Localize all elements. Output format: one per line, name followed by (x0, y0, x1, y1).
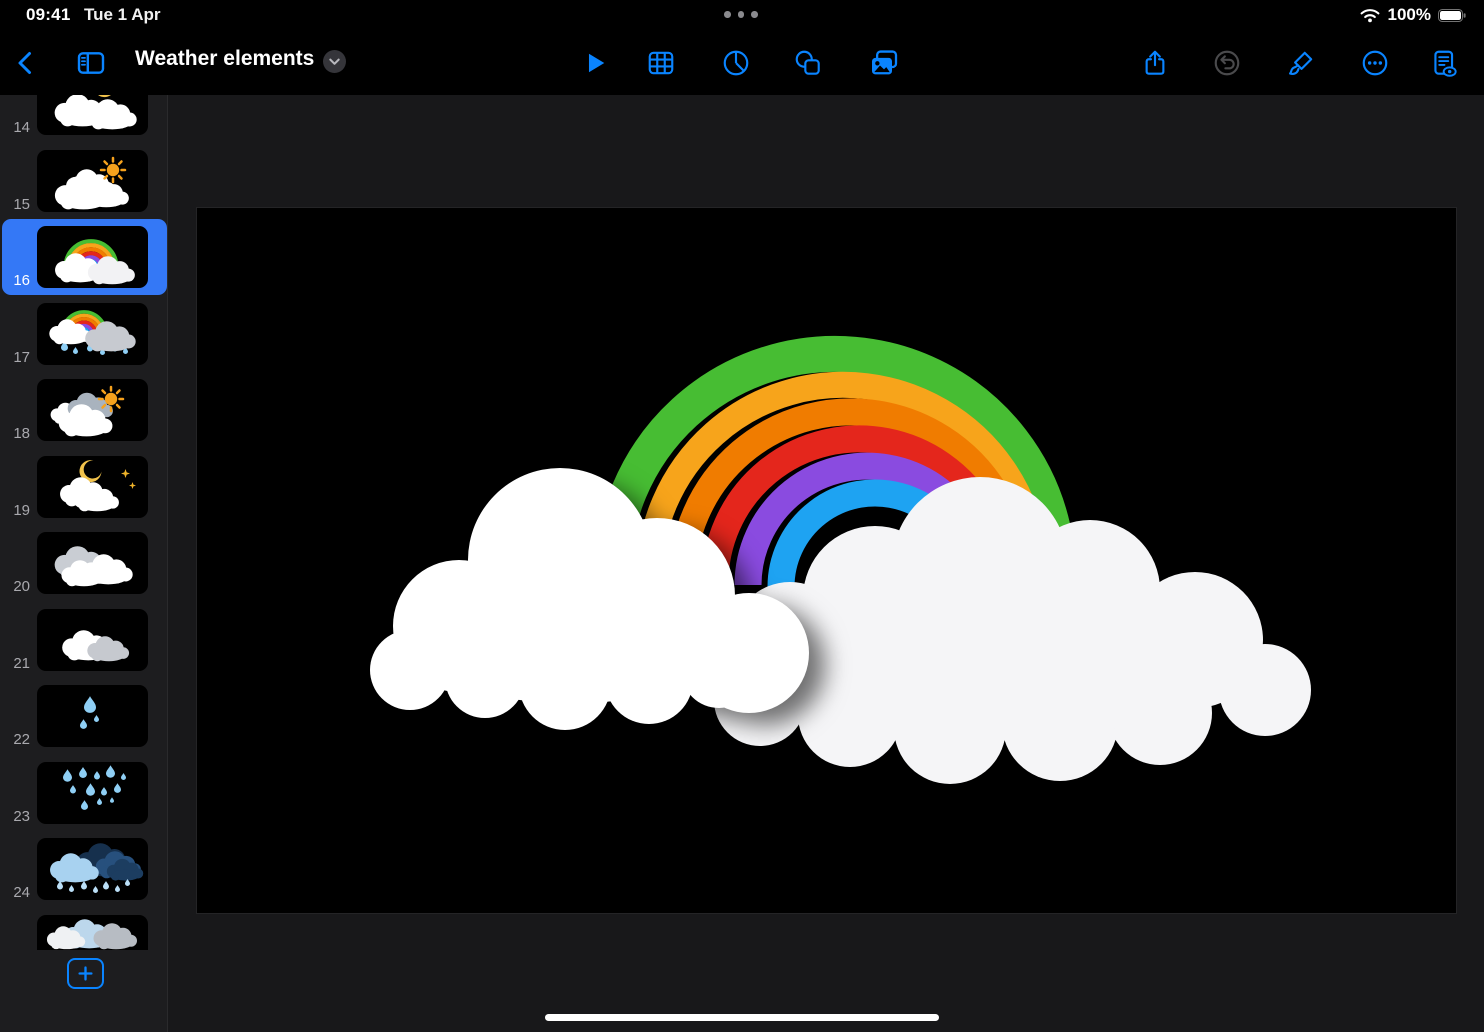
slide-number: 23 (0, 808, 30, 825)
home-indicator[interactable] (545, 1014, 939, 1021)
slide-number: 18 (0, 425, 30, 442)
shapes-icon (793, 48, 823, 78)
clouds-moon-star-icon (37, 95, 148, 135)
raindrops-many-icon (37, 762, 148, 824)
share-icon (1140, 48, 1170, 78)
back-button[interactable] (9, 46, 43, 80)
slide-number: 15 (0, 196, 30, 213)
multitask-dots-icon[interactable] (724, 11, 758, 18)
view-options-icon (1429, 48, 1459, 78)
clouds-sun-icon (37, 379, 148, 441)
slide-16-artwork (197, 208, 1456, 913)
slide-thumbnail-23[interactable]: 23 (0, 762, 167, 824)
slide-thumbnail-25[interactable] (0, 915, 167, 951)
slide-thumbnail-22[interactable]: 22 (0, 685, 167, 747)
slide-canvas[interactable] (197, 208, 1456, 913)
storm-clouds-rain-icon (37, 838, 148, 900)
slide-number: 22 (0, 731, 30, 748)
battery-icon (1438, 9, 1466, 22)
white-gray-clouds-icon (37, 609, 148, 671)
clouds-sun-icon (37, 150, 148, 212)
clouds-partial-icon (37, 915, 148, 951)
raindrops-few-icon (37, 685, 148, 747)
insert-shape-button[interactable] (791, 46, 825, 80)
add-slide-button[interactable] (67, 958, 104, 989)
slide-number: 21 (0, 655, 30, 672)
back-icon (20, 54, 30, 73)
more-icon (1360, 48, 1390, 78)
clouds-moon-stars-icon (37, 456, 148, 518)
slide-navigator-button[interactable] (74, 46, 108, 80)
slide-navigator: 14 15 16 (0, 95, 168, 1032)
document-title: Weather elements (135, 47, 314, 71)
chevron-down-icon (328, 55, 341, 68)
undo-icon (1212, 48, 1242, 78)
battery-percent: 100% (1388, 5, 1431, 25)
slide-number: 14 (0, 119, 30, 136)
gray-white-clouds-icon (37, 532, 148, 594)
insert-media-button[interactable] (867, 46, 901, 80)
toolbar: Weather elements (0, 30, 1484, 95)
slide-thumbnail-18[interactable]: 18 (0, 379, 167, 441)
view-options-button[interactable] (1427, 46, 1461, 80)
title-menu-button[interactable] (323, 50, 346, 73)
undo-button (1210, 46, 1244, 80)
slide-thumbnail-19[interactable]: 19 (0, 456, 167, 518)
editor-canvas[interactable] (168, 95, 1484, 1032)
status-bar: 09:41 Tue 1 Apr 100% (0, 0, 1484, 30)
slide-thumbnail-17[interactable]: 17 (0, 303, 167, 365)
share-button[interactable] (1138, 46, 1172, 80)
rainbow-clouds-icon (37, 226, 148, 288)
insert-table-button[interactable] (644, 46, 678, 80)
status-date: Tue 1 Apr (84, 5, 161, 25)
wifi-icon (1359, 7, 1381, 23)
slide-number: 16 (0, 272, 30, 289)
slide-thumbnail-15[interactable]: 15 (0, 150, 167, 212)
rainbow-rain-clouds-icon (37, 303, 148, 365)
keynote-app-window: 09:41 Tue 1 Apr 100% (0, 0, 1484, 1032)
table-icon (646, 48, 676, 78)
play-button[interactable] (578, 46, 612, 80)
slide-thumbnail-21[interactable]: 21 (0, 609, 167, 671)
chart-icon (721, 48, 751, 78)
slide-thumbnail-16[interactable]: 16 (0, 226, 167, 288)
media-icon (868, 47, 900, 79)
insert-chart-button[interactable] (719, 46, 753, 80)
slide-list[interactable]: 14 15 16 (0, 95, 167, 950)
plus-icon (78, 966, 93, 981)
format-button[interactable] (1284, 46, 1318, 80)
slide-thumbnail-14[interactable]: 14 (0, 95, 167, 135)
slide-navigator-icon (75, 47, 107, 79)
slide-number: 20 (0, 578, 30, 595)
format-brush-icon (1286, 48, 1316, 78)
slide-number: 19 (0, 502, 30, 519)
slide-number: 17 (0, 349, 30, 366)
slide-thumbnail-24[interactable]: 24 (0, 838, 167, 900)
slide-thumbnail-20[interactable]: 20 (0, 532, 167, 594)
play-icon (582, 50, 608, 76)
slide-number: 24 (0, 884, 30, 901)
status-time: 09:41 (26, 5, 70, 25)
more-button[interactable] (1358, 46, 1392, 80)
